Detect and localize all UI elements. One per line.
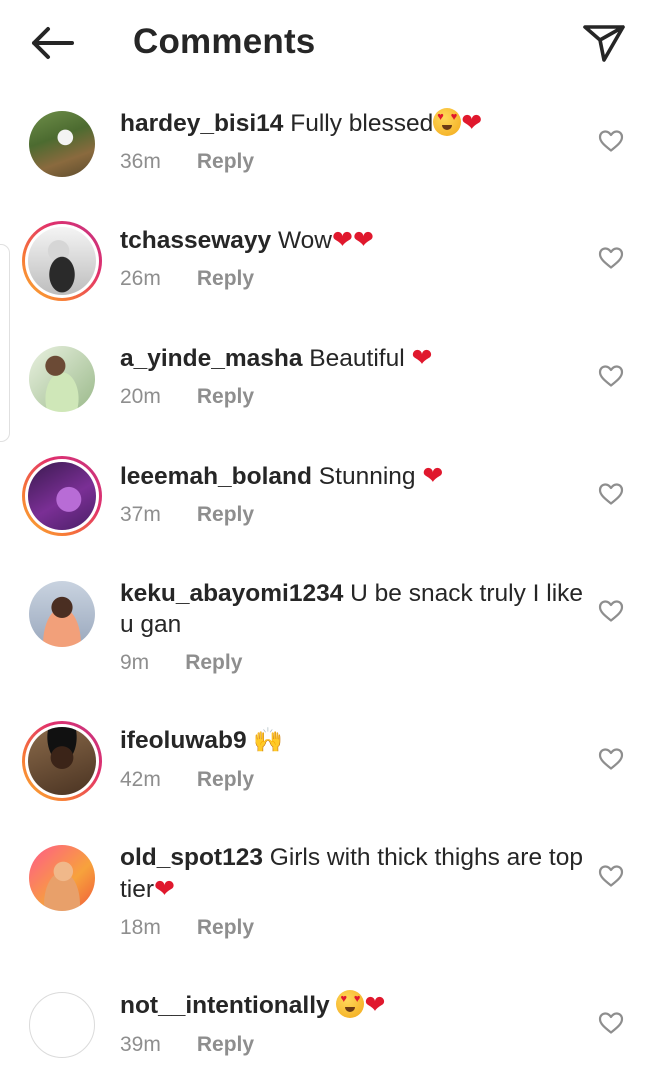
comment-text: ifeoluwab9 🙌 <box>120 725 590 756</box>
comment-timestamp: 20m <box>120 385 161 408</box>
avatar-photo <box>28 462 96 530</box>
comment-timestamp: 39m <box>120 1033 161 1056</box>
reply-button[interactable]: Reply <box>185 651 242 675</box>
like-button[interactable] <box>598 364 624 388</box>
heart-emoji: ❤ <box>154 874 175 903</box>
comment-timestamp: 36m <box>120 150 161 173</box>
avatar-photo <box>29 111 95 177</box>
comment-body: Fully blessed <box>283 110 434 137</box>
heart-emoji: ❤ <box>352 225 374 254</box>
reply-button[interactable]: Reply <box>197 768 254 792</box>
comment-username[interactable]: old_spot123 <box>120 844 263 871</box>
comment-text: leeemah_boland Stunning ❤ <box>120 460 590 492</box>
avatar[interactable] <box>22 985 102 1065</box>
like-button[interactable] <box>598 482 624 506</box>
share-button[interactable] <box>580 20 628 66</box>
comment-username[interactable]: hardey_bisi14 <box>120 110 283 137</box>
heart-emoji: ❤ <box>411 343 433 372</box>
raising-hands-emoji: 🙌 <box>253 726 284 754</box>
like-button[interactable] <box>598 864 624 888</box>
face-heart-eyes-emoji <box>336 990 365 1018</box>
comment-username[interactable]: ifeoluwab9 <box>120 727 247 754</box>
avatar[interactable] <box>22 339 102 419</box>
avatar-photo <box>29 581 95 647</box>
heart-outline-icon <box>598 483 624 505</box>
avatar[interactable] <box>22 574 102 654</box>
avatar-photo <box>29 346 95 412</box>
reply-button[interactable]: Reply <box>197 503 254 527</box>
heart-outline-icon <box>598 365 624 387</box>
comment-timestamp: 37m <box>120 503 161 526</box>
comment-text: keku_abayomi1234 U be snack truly I like… <box>120 578 590 640</box>
avatar[interactable] <box>22 104 102 184</box>
avatar-with-story-ring[interactable] <box>22 721 102 801</box>
like-button[interactable] <box>598 1011 624 1035</box>
like-button[interactable] <box>598 599 624 623</box>
paper-plane-icon <box>583 25 625 62</box>
header: Comments <box>0 0 662 86</box>
side-panel-edge <box>0 244 10 442</box>
comment-text: tchassewayy Wow❤❤ <box>120 224 590 256</box>
comment-timestamp: 18m <box>120 916 161 939</box>
comment-body: Stunning <box>311 463 423 490</box>
arrow-left-icon <box>32 27 74 59</box>
like-button[interactable] <box>598 747 624 771</box>
comment-body <box>330 992 337 1019</box>
avatar[interactable] <box>22 838 102 918</box>
comment-timestamp: 42m <box>120 768 161 791</box>
reply-button[interactable]: Reply <box>197 150 254 174</box>
comment-body: Wow <box>271 227 332 254</box>
heart-outline-icon <box>598 1012 624 1034</box>
comment-text: a_yinde_masha Beautiful ❤ <box>120 342 590 374</box>
reply-button[interactable]: Reply <box>197 385 254 409</box>
comment-body: Beautiful <box>302 345 412 372</box>
reply-button[interactable]: Reply <box>197 1033 254 1057</box>
avatar-photo <box>29 845 95 911</box>
comment-body <box>247 727 254 754</box>
heart-outline-icon <box>598 748 624 770</box>
avatar-with-story-ring[interactable] <box>22 456 102 536</box>
comment-username[interactable]: leeemah_boland <box>120 463 312 490</box>
heart-emoji: ❤ <box>364 990 386 1019</box>
avatar-photo <box>28 727 96 795</box>
heart-emoji: ❤ <box>422 461 444 490</box>
avatar-placeholder <box>29 992 95 1058</box>
heart-outline-icon <box>598 865 624 887</box>
like-button[interactable] <box>598 246 624 270</box>
heart-outline-icon <box>598 130 624 152</box>
avatar-photo <box>28 227 96 295</box>
page-title: Comments <box>133 22 316 61</box>
face-heart-eyes-emoji <box>433 108 462 136</box>
comment-timestamp: 9m <box>120 651 150 674</box>
heart-outline-icon <box>598 600 624 622</box>
comment-text: hardey_bisi14 Fully blessed ❤ <box>120 107 590 139</box>
comment-timestamp: 26m <box>120 267 161 290</box>
heart-outline-icon <box>598 247 624 269</box>
comment-username[interactable]: not__intentionally <box>120 992 330 1019</box>
heart-emoji: ❤ <box>332 225 353 254</box>
comment-text: not__intentionally ❤ <box>120 989 590 1021</box>
back-button[interactable] <box>26 22 78 64</box>
reply-button[interactable]: Reply <box>197 267 254 291</box>
comment-text: old_spot123 Girls with thick thighs are … <box>120 842 590 905</box>
like-button[interactable] <box>598 129 624 153</box>
comment-username[interactable]: a_yinde_masha <box>120 345 303 372</box>
heart-emoji: ❤ <box>461 108 483 137</box>
reply-button[interactable]: Reply <box>197 916 254 940</box>
avatar-with-story-ring[interactable] <box>22 221 102 301</box>
comment-username[interactable]: tchassewayy <box>120 227 271 254</box>
comment-username[interactable]: keku_abayomi1234 <box>120 580 343 607</box>
